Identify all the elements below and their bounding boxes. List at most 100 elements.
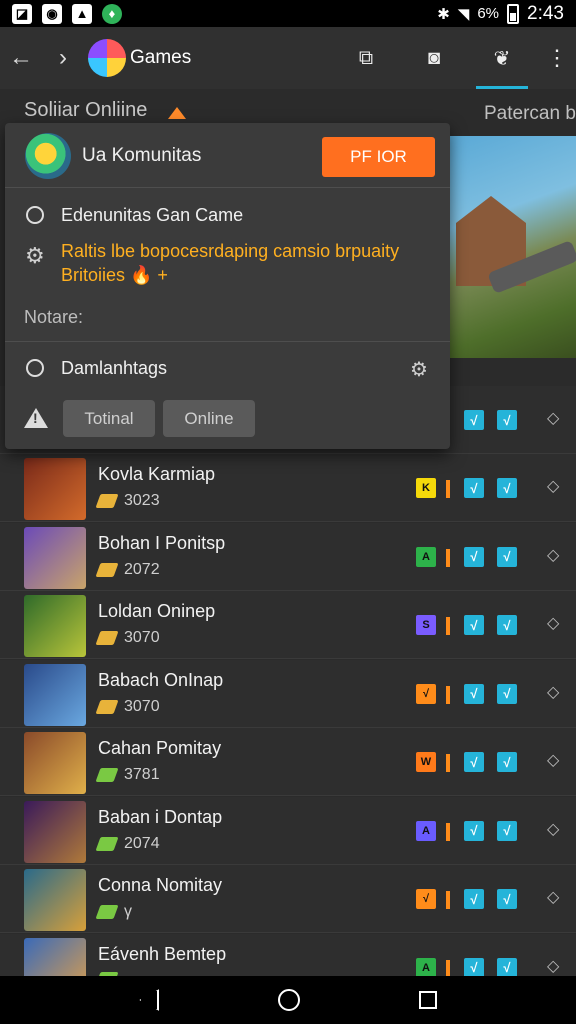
game-meta: γ xyxy=(95,903,132,921)
status-bar-marker xyxy=(446,891,450,909)
checkbox-a[interactable]: √ xyxy=(464,820,484,841)
chevron-right-icon: › xyxy=(59,44,67,71)
row-settings-icon[interactable]: ◇ xyxy=(547,750,559,770)
status-notifications: ◪ ◉ ▲ ♦ xyxy=(12,3,122,24)
row-settings-icon[interactable]: ◇ xyxy=(547,887,559,907)
leaf-tab[interactable]: ❦ xyxy=(470,27,534,89)
puzzle-icon: ⧉ xyxy=(358,46,374,69)
game-row[interactable]: Kovla Karmiap 3023 K √ √ ◇ xyxy=(0,454,576,522)
game-thumbnail[interactable] xyxy=(24,663,86,726)
check-icon: √ xyxy=(503,891,511,907)
app-title: Games xyxy=(130,47,192,68)
forward-button[interactable]: › xyxy=(42,37,84,79)
category-badge: √ xyxy=(416,889,436,909)
tag-icon xyxy=(95,699,119,714)
checkbox-a[interactable]: √ xyxy=(464,478,484,498)
nav-recents-icon[interactable] xyxy=(418,991,437,1009)
check-icon: √ xyxy=(470,823,478,838)
status-bar: ◪ ◉ ▲ ♦ ✱ ◥ 6% 2:43 xyxy=(0,0,576,27)
divider xyxy=(5,187,450,188)
leaf-icon: ❦ xyxy=(493,47,511,70)
check-icon: √ xyxy=(503,960,511,975)
game-name: Babach OnInap xyxy=(98,669,224,690)
game-row[interactable]: Conna Nomitay γ √ √ √ ◇ xyxy=(0,865,576,933)
game-thumbnail[interactable] xyxy=(24,869,86,931)
game-row[interactable]: Cahan Pomitay 3781 W √ √ ◇ xyxy=(0,728,576,796)
checkbox-b[interactable]: √ xyxy=(497,478,517,498)
row-settings-icon[interactable]: ◇ xyxy=(547,956,559,976)
checkbox-b[interactable]: √ xyxy=(497,752,517,772)
checkbox-a[interactable]: √ xyxy=(464,889,484,909)
checkbox-b[interactable]: √ xyxy=(497,410,517,430)
game-score: 3070 xyxy=(124,697,160,715)
row-settings-icon[interactable]: ◇ xyxy=(547,408,559,428)
back-button[interactable]: ← xyxy=(0,37,42,79)
divider xyxy=(5,341,450,342)
primary-action-button[interactable]: PF IOR xyxy=(322,137,435,177)
more-menu-button[interactable]: ⋮ xyxy=(538,45,576,71)
row-settings-icon[interactable]: ◇ xyxy=(547,476,559,496)
game-list: √ √ ◇ Kovla Karmiap 3023 K √ √ ◇ Bohan I Ponit… xyxy=(0,386,576,1002)
row-settings-icon[interactable]: ◇ xyxy=(547,682,559,702)
check-icon: √ xyxy=(503,686,511,701)
game-score: 3023 xyxy=(124,492,160,509)
radio-option-1[interactable] xyxy=(26,206,44,224)
battery-icon xyxy=(507,3,520,24)
option-1-label: Edenunitas Gan Came xyxy=(61,205,244,225)
checkbox-a[interactable]: √ xyxy=(464,683,484,704)
tag-icon xyxy=(95,494,119,508)
game-thumbnail[interactable] xyxy=(24,800,86,863)
game-row[interactable]: Loldan Oninep 3070 S √ √ ◇ xyxy=(0,591,576,659)
featured-banner-image[interactable] xyxy=(448,136,576,358)
clock: 2:43 xyxy=(527,2,564,24)
warning-text: Raltis lbe bopocesrdaping camsio brpuait… xyxy=(61,241,400,285)
radio-option-2[interactable] xyxy=(26,359,44,377)
dialog-title: Ua Komunitas xyxy=(82,145,202,166)
game-meta: 2072 xyxy=(95,561,160,579)
nav-back-icon[interactable] xyxy=(139,989,160,1011)
game-row[interactable]: Bohan I Ponitsp 2072 A √ √ ◇ xyxy=(0,522,576,591)
checkbox-b[interactable]: √ xyxy=(497,546,517,567)
gamepad-button[interactable]: ◙ xyxy=(402,27,466,89)
game-meta: 2074 xyxy=(95,835,160,853)
game-thumbnail[interactable] xyxy=(24,526,86,589)
checkbox-b[interactable]: √ xyxy=(497,820,517,841)
totinal-button[interactable]: Totinal xyxy=(63,400,155,437)
status-system: ✱ ◥ 6% 2:43 xyxy=(437,3,564,25)
checkbox-a[interactable]: √ xyxy=(464,957,484,978)
online-button[interactable]: Online xyxy=(163,400,255,437)
settings-gear-icon: ⚙ xyxy=(25,243,45,268)
checkbox-b[interactable]: √ xyxy=(497,957,517,978)
checkbox-a[interactable]: √ xyxy=(464,752,484,772)
option-2-settings-icon[interactable]: ⚙ xyxy=(410,357,428,382)
row-settings-icon[interactable]: ◇ xyxy=(547,819,559,839)
checkbox-b[interactable]: √ xyxy=(497,615,517,635)
game-thumbnail[interactable] xyxy=(24,732,86,794)
game-row[interactable]: Baban i Dontap 2074 A √ √ ◇ xyxy=(0,796,576,865)
chat-icon: ◉ xyxy=(42,3,62,24)
game-thumbnail[interactable] xyxy=(24,595,86,657)
game-name: Baban i Dontap xyxy=(98,806,223,827)
nav-home-icon[interactable] xyxy=(277,989,300,1011)
game-thumbnail[interactable] xyxy=(24,458,86,520)
game-name: Conna Nomitay xyxy=(98,875,223,895)
back-arrow-icon: ← xyxy=(9,44,33,71)
checkbox-a[interactable]: √ xyxy=(464,410,484,430)
checkbox-a[interactable]: √ xyxy=(464,615,484,635)
checkbox-b[interactable]: √ xyxy=(497,889,517,909)
game-meta: 3781 xyxy=(95,766,160,784)
check-icon: √ xyxy=(470,412,478,428)
puzzle-button[interactable]: ⧉ xyxy=(334,27,398,89)
option-2-label: Damlanhtags xyxy=(61,358,168,378)
community-dialog: Ua Komunitas PF IOR Edenunitas Gan Came … xyxy=(5,123,450,449)
tab-patercan[interactable]: Patercan b xyxy=(484,103,576,125)
status-bar-marker xyxy=(446,548,450,567)
category-badge: √ xyxy=(416,683,436,704)
game-meta: 3070 xyxy=(95,629,160,647)
notes-label: Notare: xyxy=(24,307,84,327)
row-settings-icon[interactable]: ◇ xyxy=(547,613,559,633)
checkbox-b[interactable]: √ xyxy=(497,683,517,704)
checkbox-a[interactable]: √ xyxy=(464,546,484,567)
game-row[interactable]: Babach OnInap 3070 √ √ √ ◇ xyxy=(0,659,576,728)
row-settings-icon[interactable]: ◇ xyxy=(547,545,559,565)
